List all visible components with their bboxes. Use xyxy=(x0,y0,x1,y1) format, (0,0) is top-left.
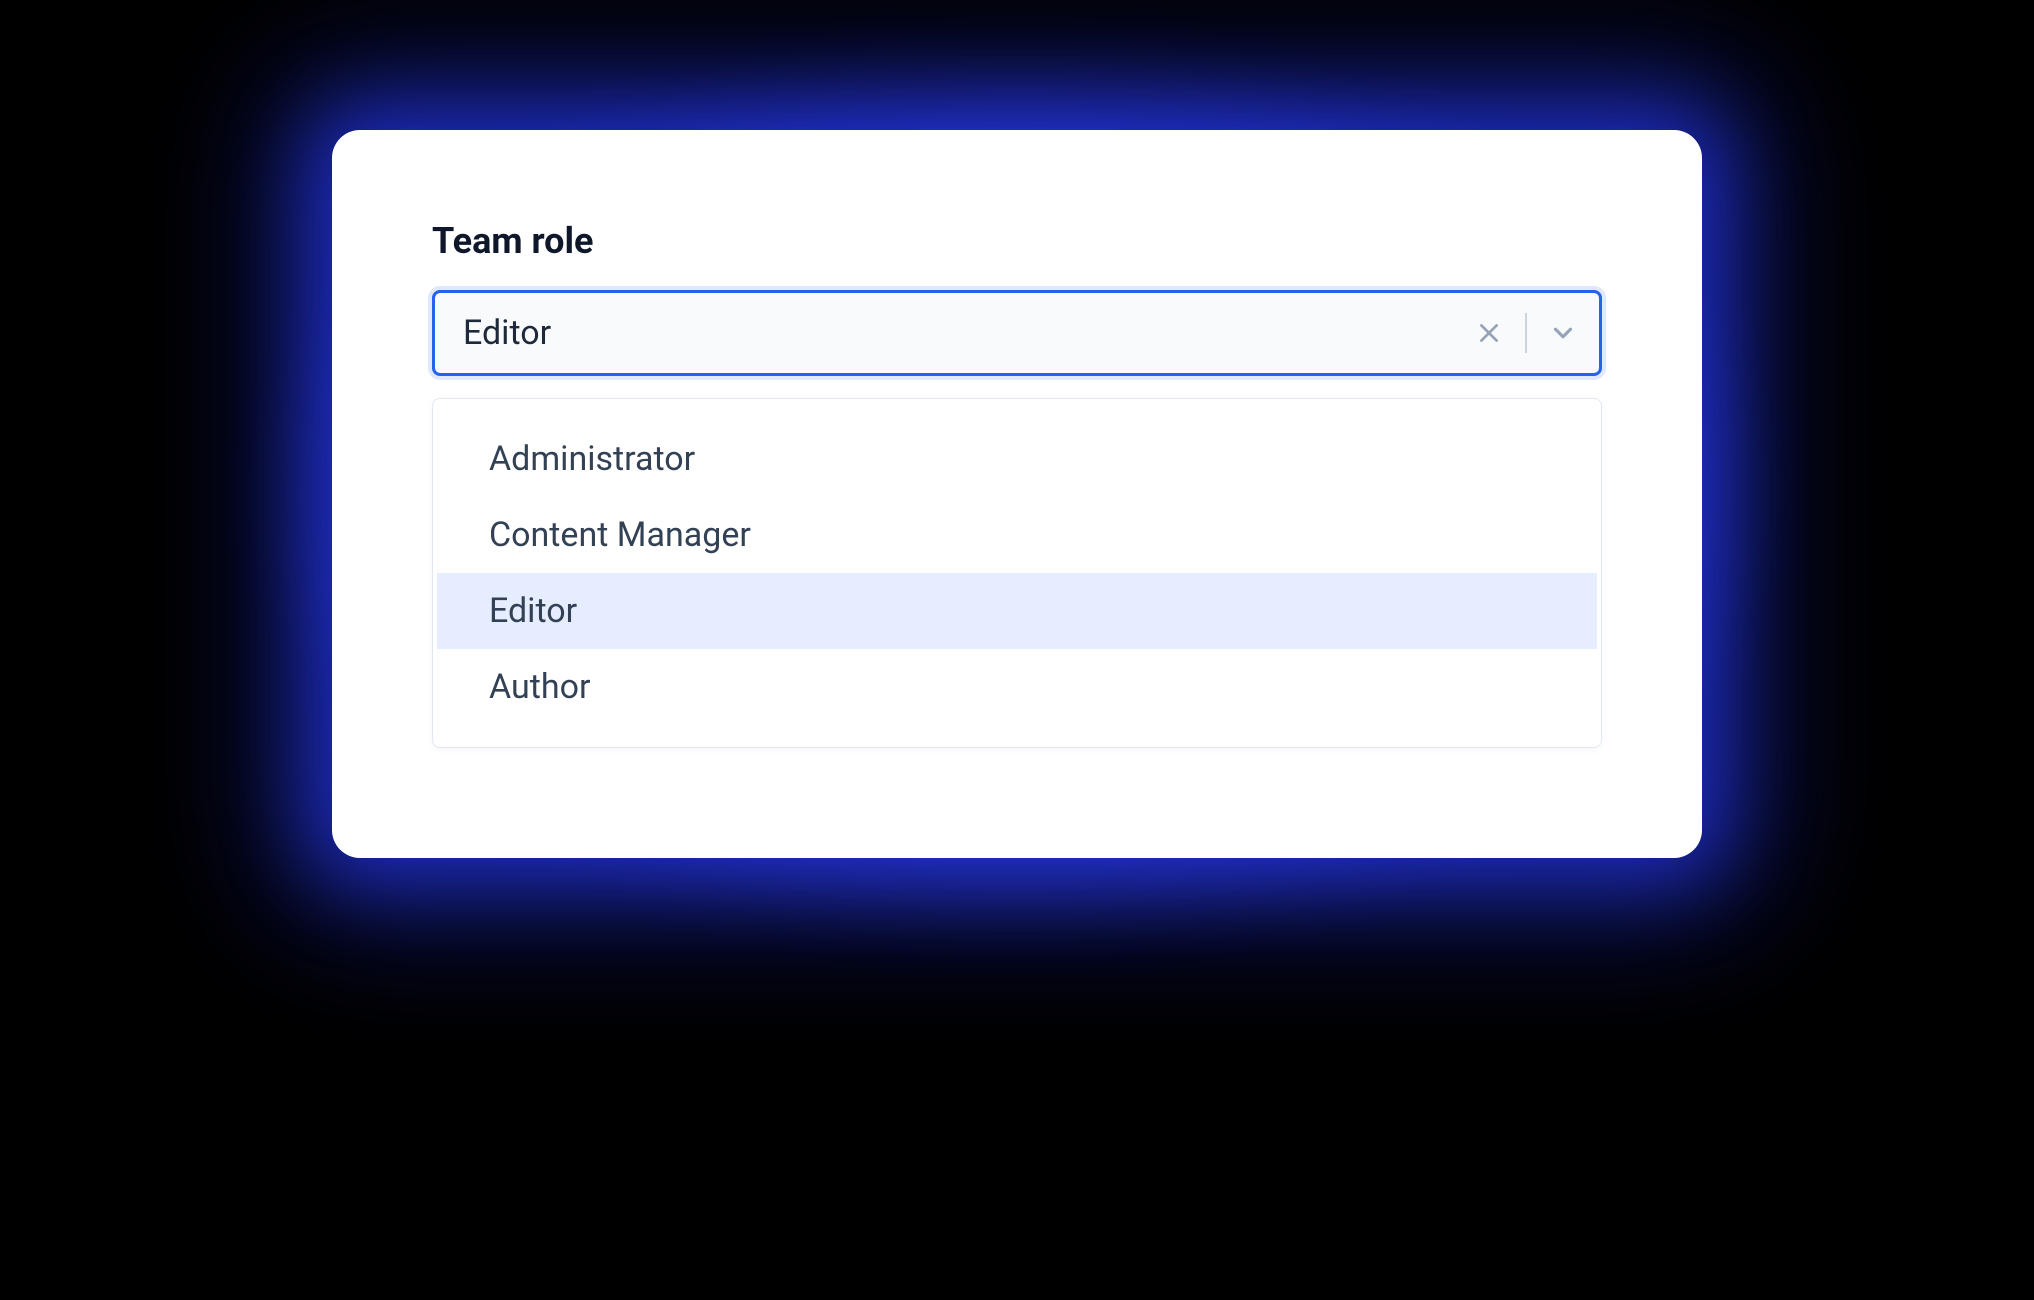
indicator-separator xyxy=(1525,313,1527,353)
team-role-card: Team role Editor Administrato xyxy=(332,130,1702,858)
team-role-dropdown: Administrator Content Manager Editor Aut… xyxy=(432,398,1602,748)
select-indicators xyxy=(1471,313,1581,353)
dropdown-option-editor[interactable]: Editor xyxy=(437,573,1597,649)
dropdown-option-content-manager[interactable]: Content Manager xyxy=(437,497,1597,573)
chevron-down-icon[interactable] xyxy=(1545,315,1581,351)
dropdown-option-author[interactable]: Author xyxy=(437,649,1597,725)
clear-icon[interactable] xyxy=(1471,315,1507,351)
team-role-selected-value: Editor xyxy=(463,313,1471,353)
team-role-select[interactable]: Editor xyxy=(432,290,1602,376)
dropdown-option-administrator[interactable]: Administrator xyxy=(437,421,1597,497)
team-role-label: Team role xyxy=(432,220,1602,262)
